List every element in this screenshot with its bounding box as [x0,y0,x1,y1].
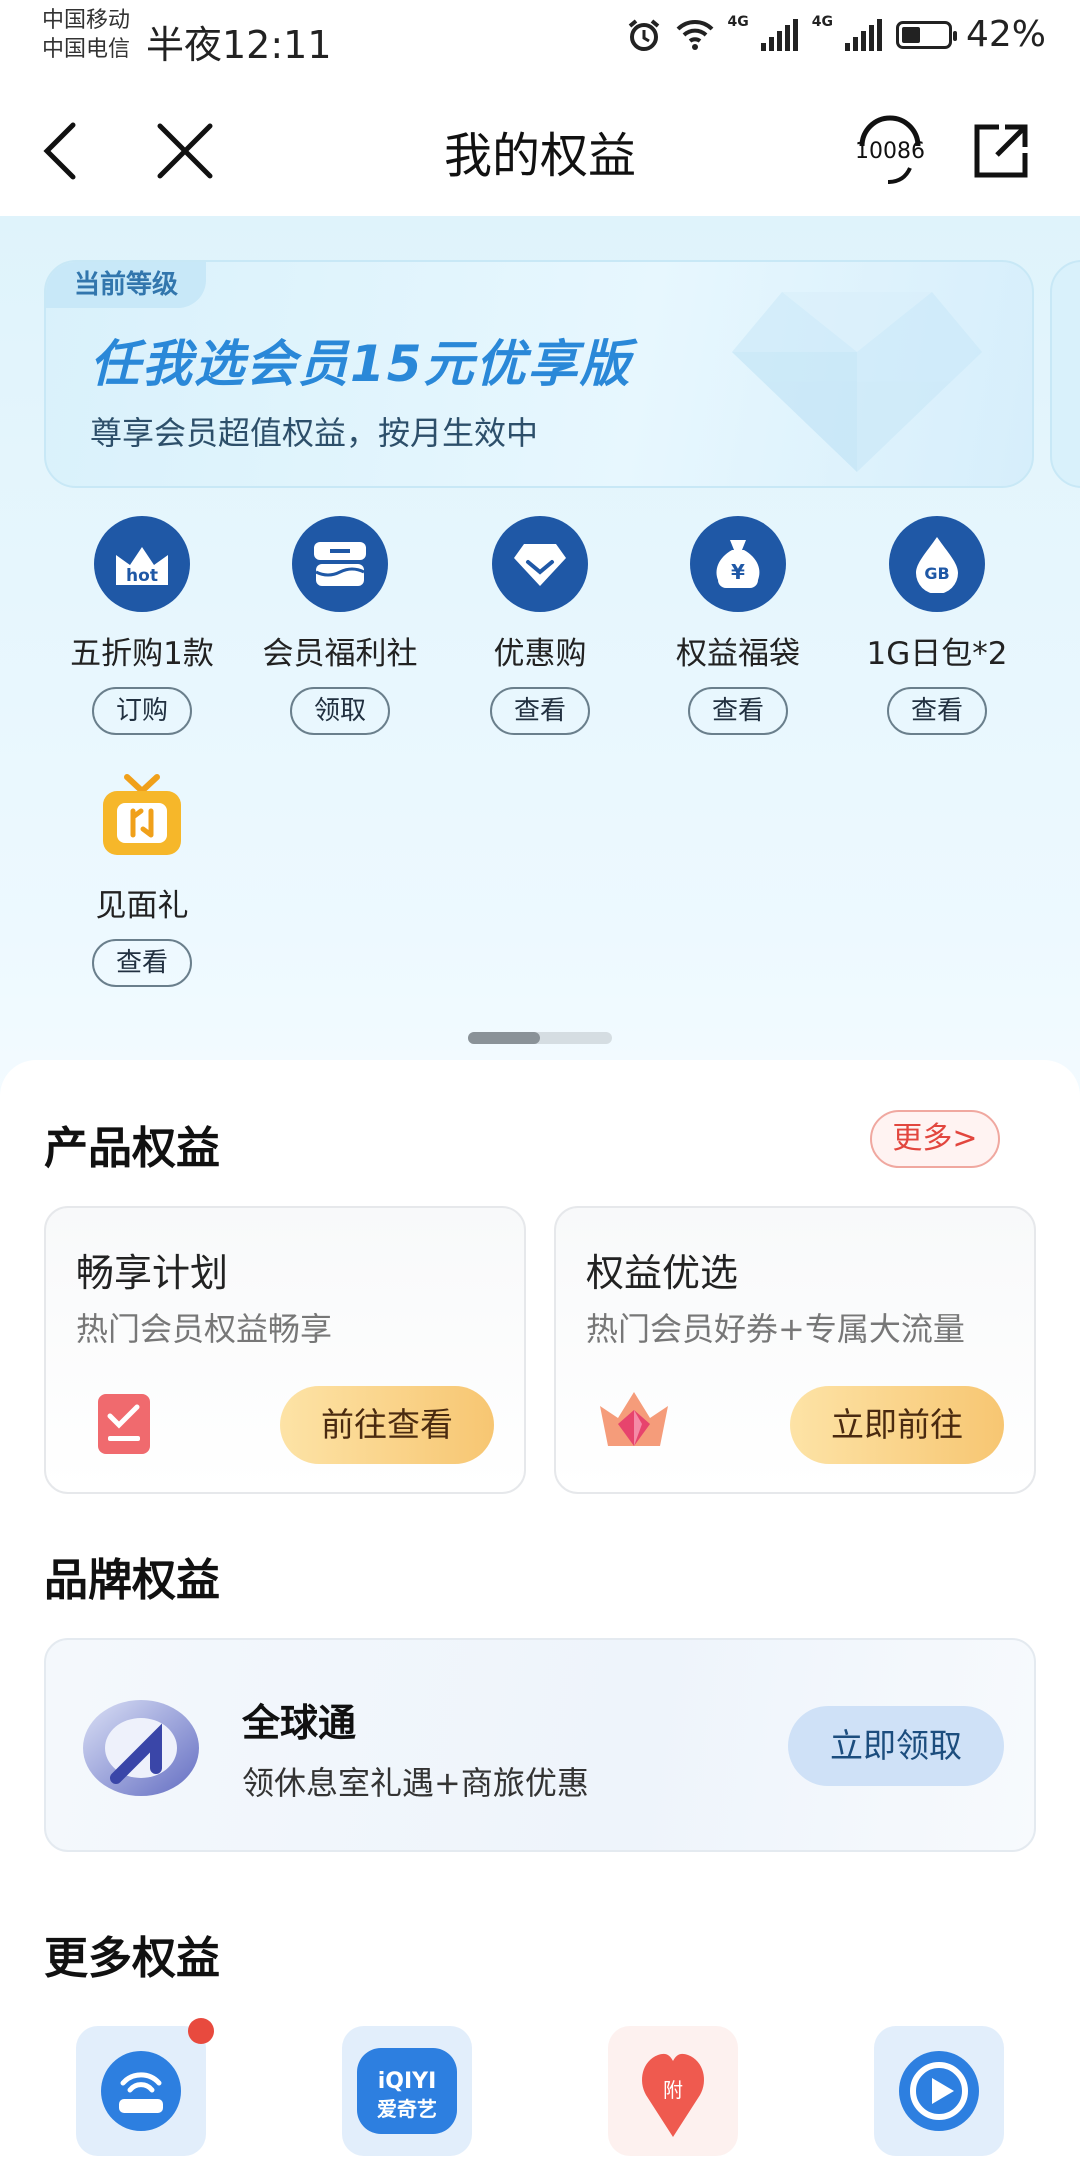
share-button[interactable] [956,106,1046,196]
diamond-watermark-icon [732,292,982,472]
more-item-router[interactable] [76,2018,214,2156]
crown-gem-icon [600,1392,668,1446]
gift-box-glyph [314,542,366,586]
membership-hero: 当前等级 任我选会员15元优享版 尊享会员超值权益，按月生效中 hot 五折购1… [0,216,1080,1116]
content-sheet: 产品权益 更多> 畅享计划 热门会员权益畅享 前往查看 权益优选 热门会员好券+… [0,1060,1080,2160]
carriers: 中国移动 中国电信 [42,6,130,64]
benefit-label: 优惠购 [493,636,587,672]
product-card-plan[interactable]: 畅享计划 热门会员权益畅享 前往查看 [44,1206,526,1494]
alarm-icon [628,18,659,51]
carrier-2: 中国电信 [42,37,131,62]
benefit-item-half-price[interactable]: hot 五折购1款 订购 [47,516,237,735]
section-title-more: 更多权益 [44,1933,220,1984]
heart-tag-icon: 附 [642,2053,704,2137]
level-name: 任我选会员15元优享版 [90,335,632,393]
go-view-button[interactable]: 前往查看 [280,1386,494,1464]
gift-box-icon [292,516,388,612]
next-level-card-peek[interactable] [1050,260,1080,488]
benefit-view-button[interactable]: 查看 [688,687,788,735]
money-bag-icon: ¥ [690,516,786,612]
checklist-icon [98,1394,150,1454]
customer-service-button[interactable]: 10086 [840,106,940,196]
more-item-iqiyi[interactable]: iQIYI 爱奇艺 [342,2026,472,2156]
iqiyi-icon: iQIYI 爱奇艺 [357,2048,457,2134]
benefit-label: 1G日包*2 [866,636,1008,672]
hot-crown-glyph: hot [116,547,168,586]
data-drop-icon: GB [889,516,985,612]
nav-bar: 我的权益 10086 [0,78,1080,216]
product-card-selection[interactable]: 权益优选 热门会员好券+专属大流量 立即前往 [554,1206,1036,1494]
section-title-product: 产品权益 [44,1123,220,1174]
benefit-label: 五折购1款 [70,636,214,672]
hot-icon-text: hot [126,566,158,586]
benefit-view-button[interactable]: 查看 [887,687,987,735]
iqiyi-subtext: 爱奇艺 [377,2097,437,2121]
service-number: 10086 [855,139,925,164]
product-card-title: 权益优选 [586,1251,739,1295]
product-card-description: 热门会员权益畅享 [76,1310,333,1348]
money-bag-glyph: ¥ [716,540,760,588]
go-now-button[interactable]: 立即前往 [790,1386,1004,1464]
network-type-1: 4G [727,14,749,30]
global-logo-icon [83,1700,199,1796]
more-button[interactable]: 更多> [870,1110,1000,1168]
claim-now-button[interactable]: 立即领取 [788,1706,1004,1786]
signal-icon-1 [760,18,798,51]
battery-icon [895,20,957,49]
brand-name: 全球通 [242,1701,357,1745]
benefit-item-welfare[interactable]: 会员福利社 领取 [245,516,435,735]
heart-tag-text: 附 [663,2078,683,2102]
level-tag: 当前等级 [46,262,206,308]
signal-icon-2 [844,18,882,51]
share-icon [974,124,1028,178]
benefit-view-button[interactable]: 查看 [490,687,590,735]
benefit-label: 权益福袋 [676,636,800,672]
router-icon [101,2051,181,2131]
benefit-order-button[interactable]: 订购 [92,687,192,735]
diamond-glyph [514,544,566,586]
benefit-label: 见面礼 [95,888,189,924]
data-drop-glyph: GB [916,537,958,593]
yen-icon-text: ¥ [731,560,745,584]
status-icons: 4G 4G 42% [626,14,1046,55]
benefit-view-button[interactable]: 查看 [92,939,192,987]
membership-level-card[interactable]: 当前等级 任我选会员15元优享版 尊享会员超值权益，按月生效中 [44,260,1034,488]
battery-fill [901,26,920,43]
battery-percent: 42% [965,14,1046,55]
benefit-item-data-pack[interactable]: GB 1G日包*2 查看 [842,516,1032,735]
benefit-item-lucky-bag[interactable]: ¥ 权益福袋 查看 [643,516,833,735]
product-card-title: 畅享计划 [76,1251,229,1295]
carrier-1: 中国移动 [42,8,131,33]
section-title-brand: 品牌权益 [44,1555,220,1606]
clock: 半夜12:11 [146,23,332,67]
gift-icon [94,768,190,864]
level-description: 尊享会员超值权益，按月生效中 [90,414,539,452]
product-card-description: 热门会员好券+专属大流量 [586,1310,965,1348]
status-bar: 中国移动 中国电信 半夜12:11 4G 4G 42% [0,0,1080,78]
benefit-claim-button[interactable]: 领取 [290,687,390,735]
diamond-icon [492,516,588,612]
headset-icon: 10086 [855,115,925,184]
notification-badge [188,2018,214,2044]
brand-card-global[interactable]: 全球通 领休息室礼遇+商旅优惠 立即领取 [44,1638,1036,1852]
more-item-video[interactable] [874,2026,1004,2156]
benefit-item-discount[interactable]: 优惠购 查看 [445,516,635,735]
network-type-2: 4G [811,14,833,30]
gift-glyph [103,774,181,855]
more-item-heart[interactable]: 附 [608,2026,738,2156]
benefit-label: 会员福利社 [262,636,418,672]
brand-description: 领休息室礼遇+商旅优惠 [242,1764,589,1802]
video-play-icon [899,2051,979,2131]
benefit-item-welcome-gift[interactable]: 见面礼 查看 [47,768,237,987]
pager-thumb [468,1032,540,1044]
iqiyi-text: iQIYI [378,2069,437,2094]
gb-icon-text: GB [924,564,949,583]
carousel-pager[interactable] [468,1032,612,1044]
wifi-icon [676,19,713,50]
hot-crown-icon: hot [94,516,190,612]
